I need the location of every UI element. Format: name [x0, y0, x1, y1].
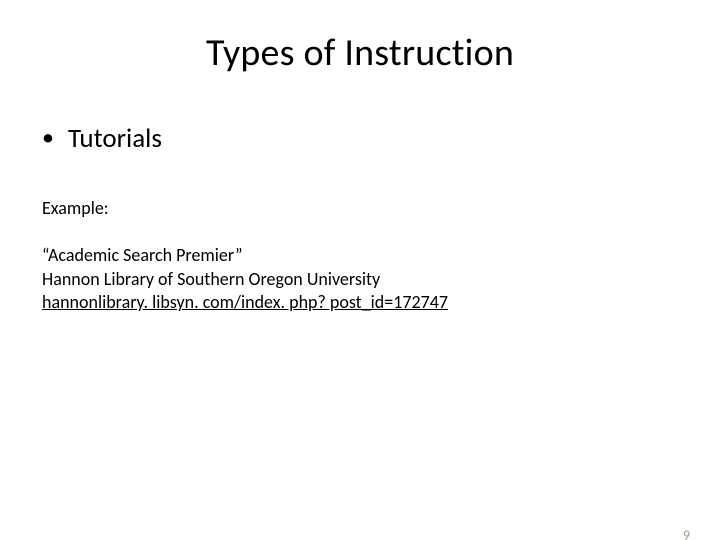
example-block: Example: “Academic Search Premier” Hanno…	[42, 197, 720, 315]
page-title: Types of Instruction	[0, 30, 720, 76]
example-label: Example:	[42, 197, 720, 220]
example-source: Hannon Library of Southern Oregon Univer…	[42, 268, 720, 291]
bullet-item: • Tutorials	[42, 122, 720, 155]
slide: Types of Instruction • Tutorials Example…	[0, 30, 720, 540]
bullet-dot-icon: •	[42, 126, 54, 150]
bullet-label: Tutorials	[68, 122, 162, 155]
page-number: 9	[683, 527, 690, 540]
example-quoted-title: “Academic Search Premier”	[42, 244, 720, 267]
example-url-link[interactable]: hannonlibrary. libsyn. com/index. php? p…	[42, 291, 448, 313]
